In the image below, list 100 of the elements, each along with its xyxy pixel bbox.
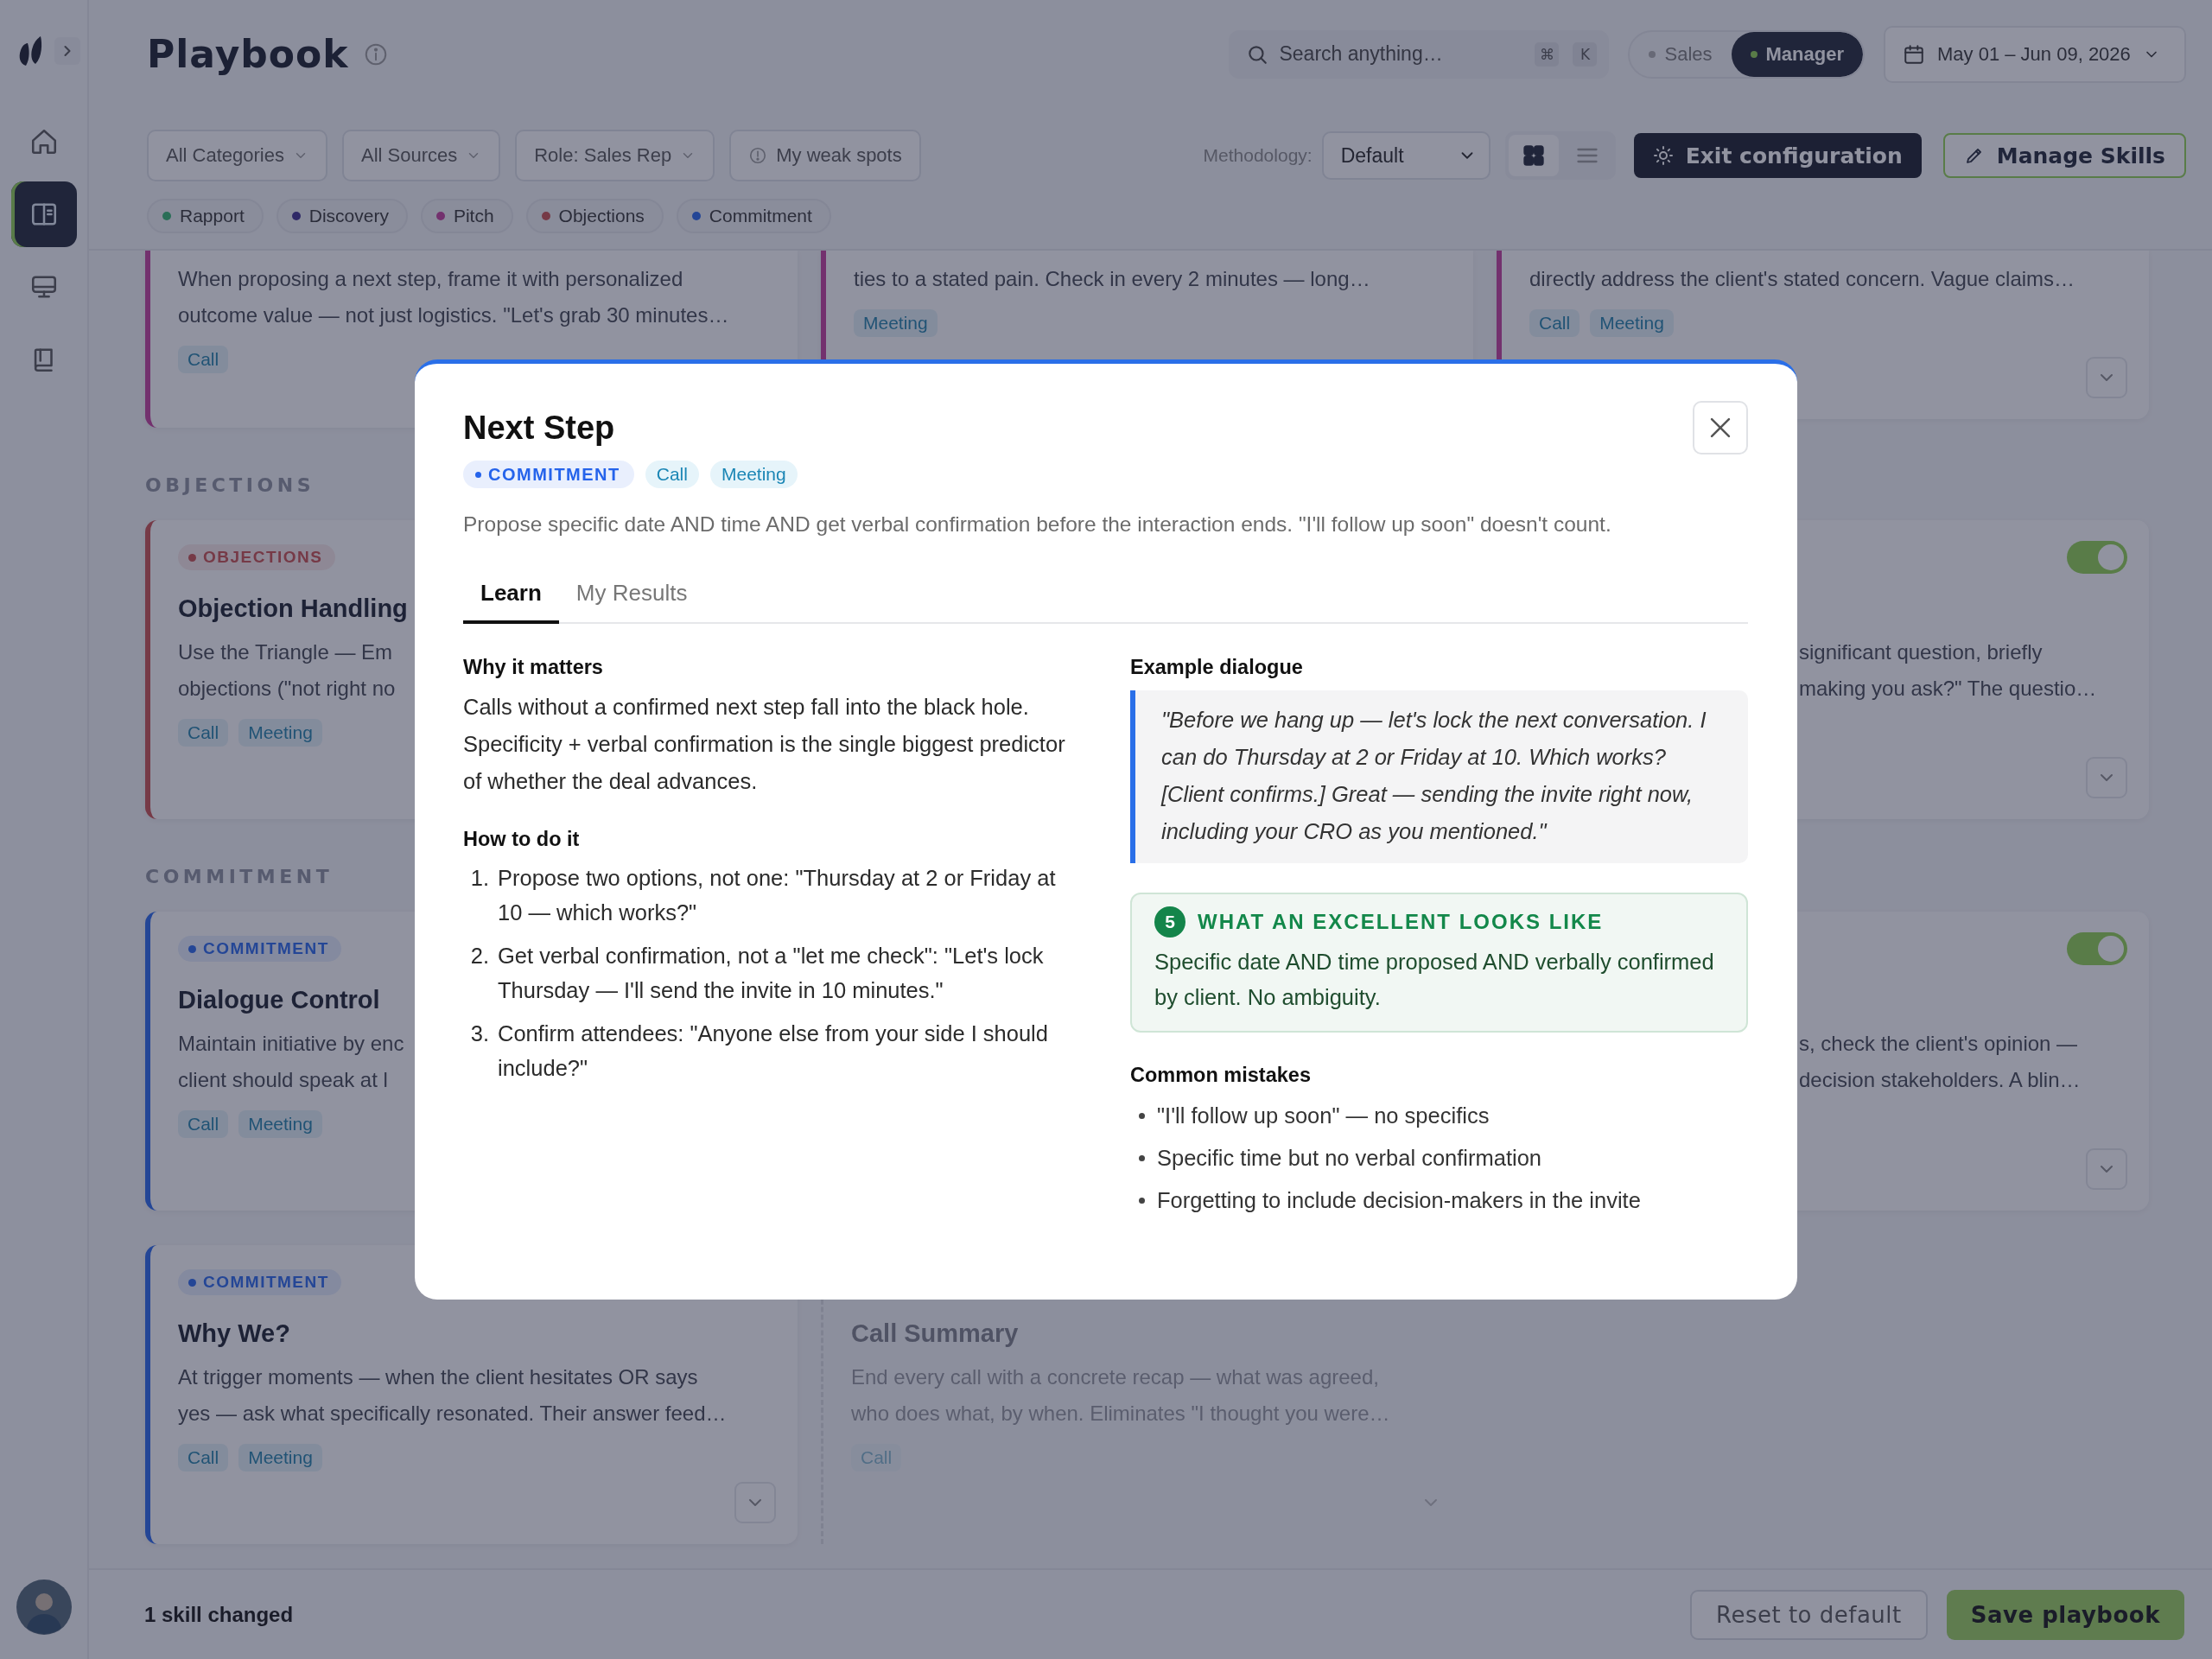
channel-tag: Call [178, 1110, 229, 1138]
nav-item[interactable] [10, 181, 77, 247]
avatar[interactable] [16, 1580, 72, 1635]
dialog-title: Next Step [463, 409, 615, 447]
skill-description: Propose specific date AND time AND get verbal confirmation before the interaction ends. "I'll follow up soon" doesn't count. [463, 512, 1612, 537]
toggle-switch[interactable] [2067, 541, 2127, 574]
step-number: 2. [469, 943, 489, 969]
role-tab[interactable]: Manager [1731, 31, 1863, 77]
expand-sidebar-button[interactable] [54, 37, 80, 65]
expand-button[interactable] [734, 1482, 776, 1523]
card-text: Use the Triangle — Em [178, 639, 393, 665]
dot-icon [1649, 50, 1656, 58]
category-chip[interactable]: Objections [525, 199, 664, 233]
callout-heading: WHAT AN EXCELLENT LOOKS LIKE [1198, 910, 1604, 934]
card-text: decision stakeholders. A blin… [1799, 1067, 2081, 1093]
category-chip[interactable]: Discovery [276, 199, 408, 233]
card-text: significant question, briefly [1799, 639, 2043, 665]
expand-button[interactable] [2086, 1148, 2127, 1190]
callout-text: Specific date AND time proposed AND verbally confirmed by client. No ambiguity. [1154, 949, 1715, 1011]
card-title: Objection Handling [178, 594, 408, 624]
toggle-switch[interactable] [2067, 932, 2127, 965]
card-text: outcome value — not just logistics. "Let's grab 30 minutes… [178, 302, 729, 328]
grid-view-button[interactable] [1508, 135, 1559, 176]
channel-tag: Meeting [238, 719, 322, 747]
score-badge: 5 [1154, 906, 1185, 938]
section-heading: How to do it [463, 827, 581, 852]
channel-tag: Call [178, 1444, 229, 1471]
filter-dropdown[interactable]: All Categories [147, 130, 327, 181]
step-number: 3. [469, 1020, 489, 1047]
tab[interactable]: Learn [463, 569, 559, 624]
channel-tag: Call [178, 719, 229, 747]
filter-dropdown[interactable]: All Sources [341, 130, 501, 181]
change-status: 1 skill changed [144, 1602, 294, 1627]
card-title: Why We? [178, 1319, 290, 1349]
exit-configuration-button[interactable]: Exit configuration [1633, 133, 1922, 178]
card-text: objections ("not right no [178, 676, 396, 702]
example-quote: "Before we hang up — let's lock the next conversation. I can do Thursday at 2 or Friday at 10. Which works? [Client confirms.] Great — sending the invite right now, including your CRO as you mentioned." [1130, 690, 1748, 863]
card-text: s, check the client's opinion — [1799, 1031, 2078, 1057]
category-chip[interactable]: Pitch [420, 199, 513, 233]
channel-tag: Meeting [854, 309, 938, 337]
expand-button[interactable] [2086, 757, 2127, 798]
mistake-text: Specific time but no verbal confirmation [1157, 1145, 1542, 1172]
badge-label: COMMITMENT [203, 1273, 329, 1292]
channel-tag: Meeting [1590, 309, 1674, 337]
channel-tag: Meeting [238, 1444, 322, 1471]
category-badge: COMMITMENT [463, 461, 634, 488]
card-text: client should speak at l [178, 1067, 388, 1093]
expand-button[interactable] [2086, 357, 2127, 398]
card-text: At trigger moments — when the client hesitates OR says [178, 1364, 698, 1390]
step-text: Get verbal confirmation, not a "let me check": "Let's lock Thursday — I'll send the invite in 10 minutes." [498, 943, 1045, 1004]
bullet-icon [1139, 1155, 1145, 1161]
search-field[interactable]: Search anything… ⌘ K [1229, 29, 1610, 79]
channel-tag: Call [1529, 309, 1580, 337]
badge-label: COMMITMENT [203, 939, 329, 958]
shortcut-key: ⌘ [1535, 41, 1560, 67]
sun-icon [1652, 145, 1674, 166]
card-text: directly address the client's stated concern. Vague claims… [1529, 266, 2075, 292]
channel-tag: Call [178, 346, 229, 373]
reset-button[interactable]: Reset to default [1690, 1589, 1928, 1640]
card-text: Maintain initiative by enc [178, 1031, 404, 1057]
section-heading: Example dialogue [1130, 655, 1304, 680]
methodology-select[interactable]: Default [1321, 131, 1491, 180]
save-button[interactable]: Save playbook [1946, 1589, 2184, 1640]
search-input[interactable]: Search anything… [1279, 42, 1522, 66]
bullet-icon [1139, 1198, 1145, 1204]
logo [17, 36, 44, 66]
tab[interactable]: My Results [558, 569, 705, 624]
calendar-icon [1903, 42, 1925, 66]
card-title: Dialogue Control [178, 985, 380, 1015]
step-number: 1. [469, 865, 489, 892]
body-text: Calls without a confirmed next step fall into the black hole. Specificity + verbal confirmation is the single biggest predictor of whether the deal advances. [463, 694, 1066, 795]
manage-skills-button[interactable]: Manage Skills [1942, 133, 2186, 178]
alert-icon [748, 146, 768, 165]
mistake-text: "I'll follow up soon" — no specifics [1157, 1103, 1490, 1129]
step-text: Confirm attendees: "Anyone else from your side I should include?" [498, 1020, 1049, 1082]
card-text: When proposing a next step, frame it with personalized [178, 266, 683, 292]
weak-spots-button[interactable]: My weak spots [729, 130, 921, 181]
close-button[interactable] [1693, 401, 1748, 454]
methodology-label: Methodology: [1203, 145, 1313, 166]
card-title: Call Summary [851, 1319, 1019, 1349]
filter-dropdown[interactable]: Role: Sales Rep [515, 130, 715, 181]
bullet-icon [1139, 1113, 1145, 1119]
card-text: yes — ask what specifically resonated. Their answer feed… [178, 1401, 727, 1427]
date-range-picker[interactable]: May 01 – Jun 09, 2026 [1884, 25, 2186, 83]
channel-tag: Meeting [238, 1110, 322, 1138]
grid-icon [1521, 143, 1546, 168]
card-text: making you ask?" The questio… [1799, 676, 2097, 702]
dot-icon [1750, 50, 1758, 58]
channel-tag: Meeting [709, 461, 798, 488]
page-title: Playbook [147, 32, 349, 76]
mistake-text: Forgetting to include decision-makers in the invite [1157, 1187, 1641, 1214]
role-tab[interactable]: Sales [1630, 31, 1732, 77]
section-heading: Why it matters [463, 655, 604, 680]
step-text: Propose two options, not one: "Thursday at 2 or Friday at 10 — which works?" [498, 865, 1057, 926]
card-text: ties to a stated pain. Check in every 2 minutes — long… [854, 266, 1370, 292]
category-chip[interactable]: Rapport [147, 199, 264, 233]
channel-tag: Call [645, 461, 699, 488]
section-heading: Common mistakes [1130, 1063, 1312, 1088]
category-chip[interactable]: Commitment [676, 199, 831, 233]
badge-label: OBJECTIONS [203, 548, 323, 567]
